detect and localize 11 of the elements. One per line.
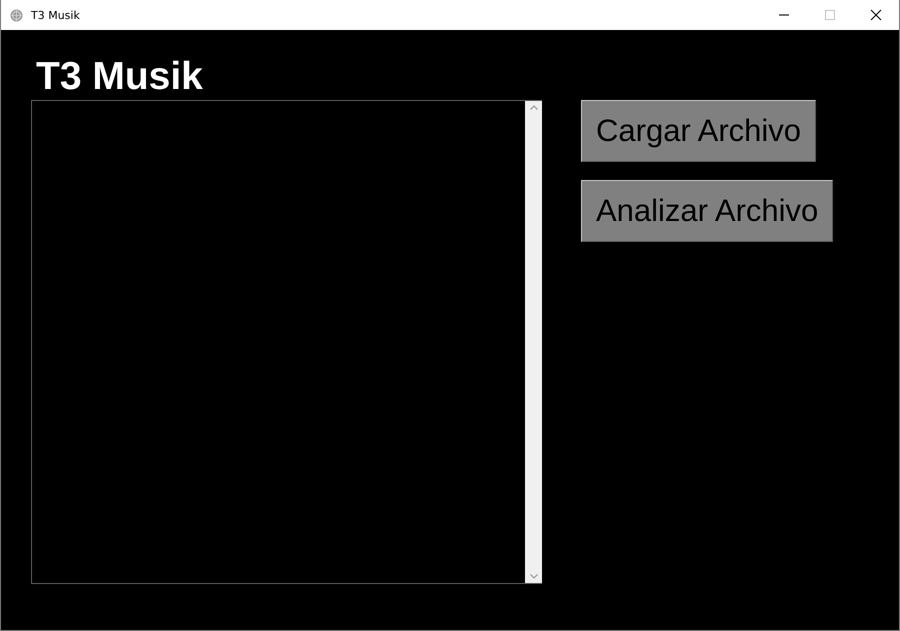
chevron-up-icon[interactable] <box>530 105 538 110</box>
action-button[interactable]: Cargar Archivo <box>581 100 816 162</box>
close-icon <box>870 9 882 21</box>
app-heading: T3 Musik <box>35 57 203 96</box>
text-area[interactable] <box>31 100 542 584</box>
chevron-down-icon[interactable] <box>530 574 538 579</box>
action-button[interactable]: Analizar Archivo <box>581 180 834 242</box>
target-icon <box>10 8 23 22</box>
scrollbar[interactable] <box>525 101 542 583</box>
window-title: T3 Musik <box>31 8 80 22</box>
maximize-icon <box>824 9 836 21</box>
